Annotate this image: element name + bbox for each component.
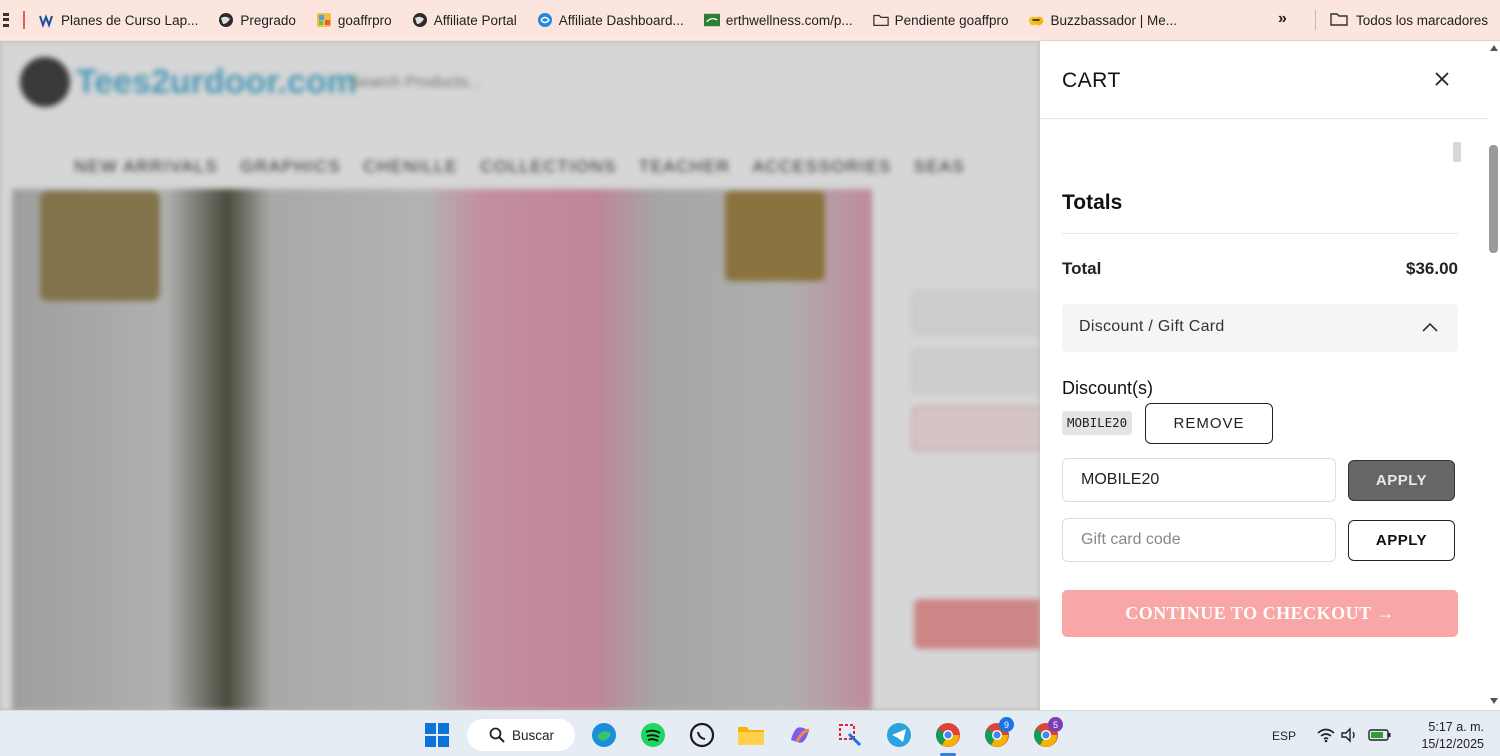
grid-app-icon — [316, 12, 332, 28]
all-bookmarks-button[interactable]: Todos los marcadores — [1330, 0, 1488, 41]
folder-icon — [1330, 11, 1348, 30]
bookmark-label: Affiliate Portal — [433, 12, 517, 28]
chrome-icon[interactable] — [934, 721, 962, 749]
bookmark-label: Affiliate Dashboard... — [558, 12, 684, 28]
battery-icon[interactable] — [1366, 721, 1394, 749]
bookmarks-bar: Planes de Curso Lap... Pregrado goaffrpr… — [0, 0, 1500, 41]
remove-discount-button[interactable]: REMOVE — [1145, 403, 1273, 444]
bookmarks-divider — [1315, 10, 1316, 30]
folder-icon — [872, 12, 889, 28]
wave-icon — [39, 12, 55, 28]
notification-badge: 9 — [999, 717, 1014, 732]
discount-gift-card-toggle[interactable]: Discount / Gift Card — [1062, 304, 1458, 352]
copilot-icon[interactable] — [786, 721, 814, 749]
all-bookmarks-label: Todos los marcadores — [1356, 13, 1489, 28]
divider — [1062, 233, 1458, 234]
globe-icon — [218, 12, 234, 28]
scroll-down-arrow-icon[interactable] — [1490, 698, 1498, 704]
cart-scrollbar[interactable] — [1453, 142, 1461, 162]
bookmark-label: erthwellness.com/p... — [725, 12, 853, 28]
notification-badge: 5 — [1048, 717, 1063, 732]
apply-discount-button[interactable]: APPLY — [1348, 460, 1455, 501]
telegram-icon[interactable] — [885, 721, 913, 749]
taskbar-search[interactable]: Buscar — [467, 719, 575, 751]
globe-icon — [412, 12, 428, 28]
apply-gift-card-button[interactable]: APPLY — [1348, 520, 1455, 561]
whatsapp-icon[interactable] — [688, 721, 716, 749]
discounts-heading: Discount(s) — [1062, 378, 1154, 398]
continue-to-checkout-button[interactable]: CONTINUE TO CHECKOUT → — [1062, 590, 1458, 637]
windows-start-icon[interactable] — [423, 721, 451, 749]
file-explorer-icon[interactable] — [737, 721, 765, 749]
clock-date: 15/12/2025 — [1421, 737, 1484, 751]
apps-grip-icon[interactable] — [3, 13, 9, 27]
discount-toggle-label: Discount / Gift Card — [1079, 318, 1225, 335]
bookmark-affiliate-portal[interactable]: Affiliate Portal — [412, 12, 517, 28]
search-icon — [489, 727, 505, 743]
page-scrollbar[interactable] — [1488, 41, 1500, 710]
cart-overlay[interactable] — [0, 41, 1040, 710]
bookmark-label: Pregrado — [240, 12, 296, 28]
taskbar-search-label: Buscar — [512, 727, 555, 743]
scrollbar-thumb[interactable] — [1489, 145, 1498, 253]
clock-time: 5:17 a. m. — [1428, 720, 1484, 734]
cart-drawer: CART Totals Total $36.00 Discount / Gift… — [1040, 41, 1488, 710]
bookmark-buzzbassador[interactable]: Buzzbassador | Me... — [1028, 12, 1177, 28]
edge-icon[interactable] — [590, 721, 618, 749]
gift-card-input[interactable]: Gift card code — [1062, 518, 1336, 562]
scroll-up-arrow-icon[interactable] — [1490, 45, 1498, 51]
bookmark-label: Pendiente goaffpro — [894, 12, 1009, 28]
snipping-tool-icon[interactable] — [836, 721, 864, 749]
swirl-icon — [537, 12, 553, 28]
more-bookmarks-button[interactable]: » — [1278, 10, 1287, 28]
windows-taskbar: Buscar 9 5 ESP 5:17 a. m. 15/12/2025 — [0, 710, 1500, 756]
bookmarks-divider — [23, 11, 25, 29]
bookmark-label: Planes de Curso Lap... — [61, 12, 199, 28]
chevron-up-icon — [1420, 318, 1440, 338]
cart-header: CART — [1040, 41, 1488, 119]
discount-code-input[interactable]: MOBILE20 — [1062, 458, 1336, 502]
totals-heading: Totals — [1062, 191, 1123, 214]
close-icon[interactable] — [1432, 69, 1452, 89]
system-clock[interactable]: 5:17 a. m. 15/12/2025 — [1406, 719, 1484, 753]
leaf-icon — [703, 12, 720, 28]
bookmark-pendiente-goaffpro[interactable]: Pendiente goaffpro — [872, 12, 1009, 28]
total-value: $36.00 — [1406, 259, 1458, 278]
bookmark-pregrado[interactable]: Pregrado — [218, 12, 296, 28]
total-label: Total — [1062, 259, 1102, 278]
bookmark-goaffrpro[interactable]: goaffrpro — [316, 12, 392, 28]
language-indicator[interactable]: ESP — [1272, 729, 1296, 743]
cart-title: CART — [1062, 69, 1121, 92]
bee-icon — [1028, 12, 1044, 28]
bookmark-affiliate-dashboard[interactable]: Affiliate Dashboard... — [537, 12, 684, 28]
chrome-profile-3-icon[interactable]: 5 — [1032, 717, 1063, 749]
applied-discount-code: MOBILE20 — [1062, 411, 1133, 435]
spotify-icon[interactable] — [639, 721, 667, 749]
volume-icon[interactable] — [1336, 721, 1364, 749]
bookmark-label: goaffrpro — [337, 12, 392, 28]
bookmark-erthwellness[interactable]: erthwellness.com/p... — [703, 12, 853, 28]
bookmark-planes-de-curso[interactable]: Planes de Curso Lap... — [39, 12, 198, 28]
bookmark-label: Buzzbassador | Me... — [1050, 12, 1178, 28]
chrome-profile-2-icon[interactable]: 9 — [983, 717, 1014, 749]
